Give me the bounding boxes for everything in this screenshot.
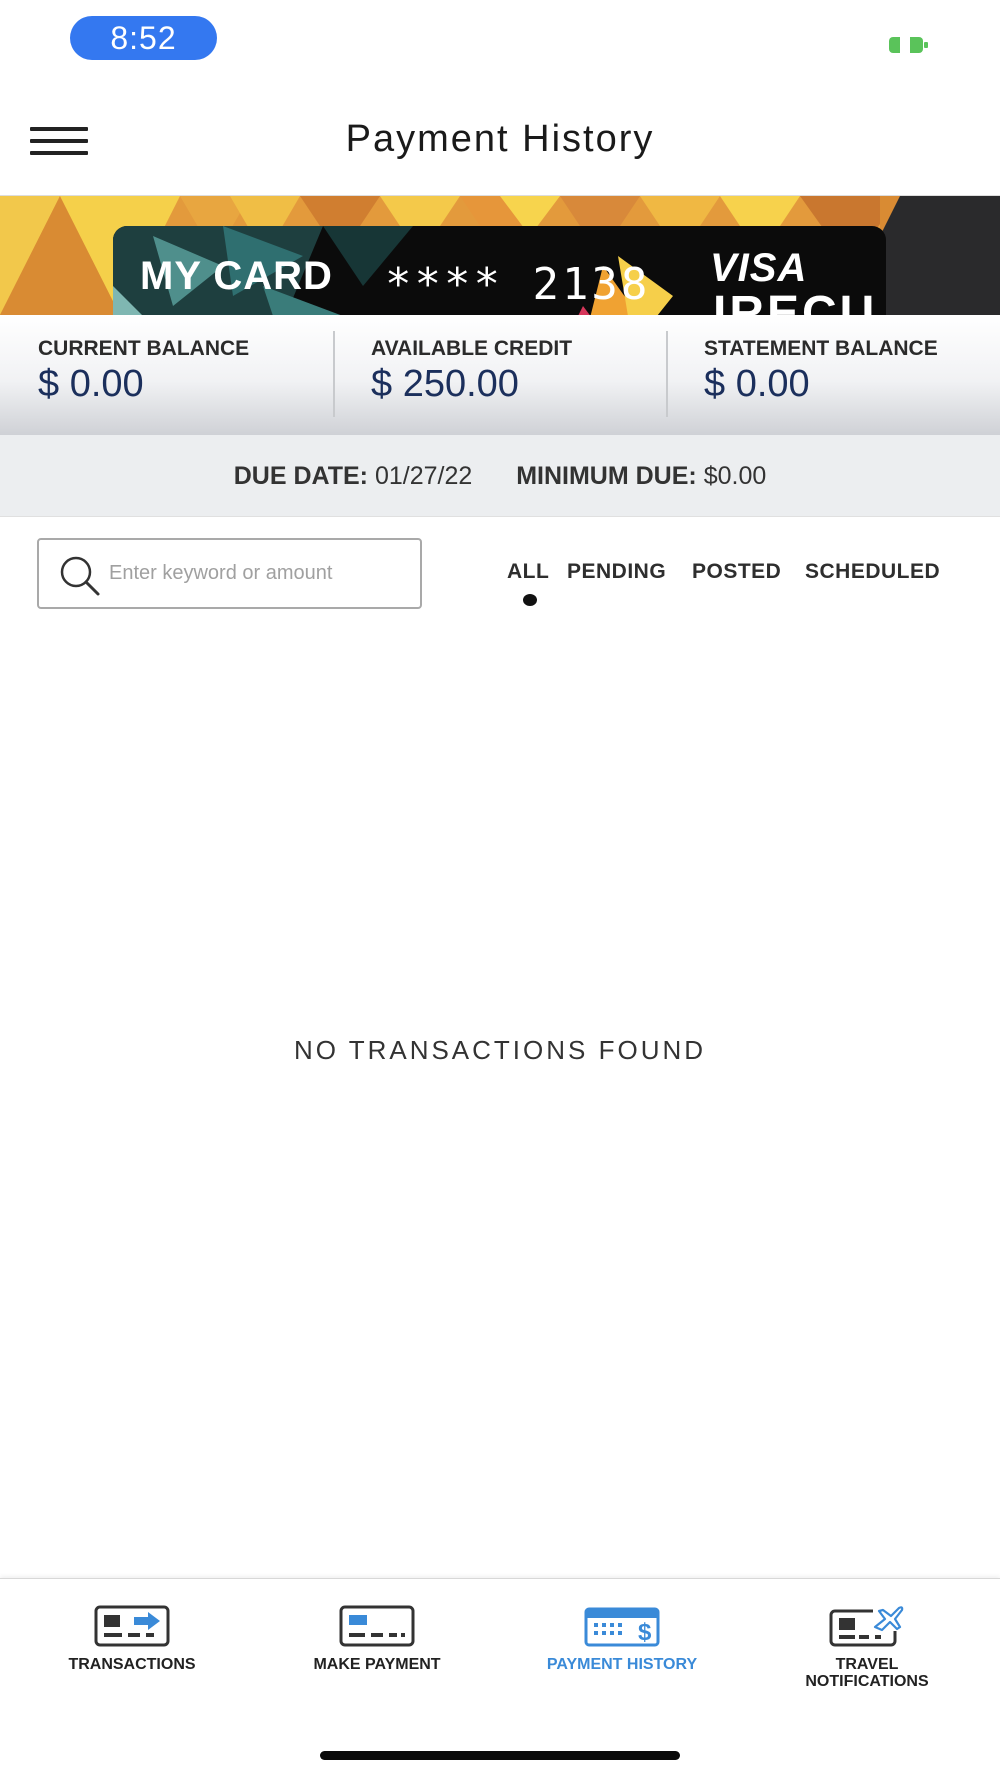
page-title: Payment History [345, 118, 655, 160]
current-balance: CURRENT BALANCE $ 0.00 [0, 315, 333, 435]
nav-make-payment-label: MAKE PAYMENT [313, 1656, 441, 1673]
nav-travel-notifications[interactable]: TRAVEL NOTIFICATIONS [742, 1579, 992, 1709]
nav-travel-label-line1: TRAVEL [835, 1656, 899, 1673]
issuer-logo: IRECU [713, 287, 878, 315]
balance-summary: CURRENT BALANCE $ 0.00 AVAILABLE CREDIT … [0, 315, 1000, 435]
nav-payment-history[interactable]: $ PAYMENT HISTORY [497, 1579, 747, 1709]
search-icon [60, 556, 100, 596]
visa-logo: VISA [710, 246, 808, 290]
transactions-card-arrow-icon [94, 1605, 170, 1647]
tab-all[interactable]: ALL [507, 560, 549, 584]
active-tab-indicator [523, 594, 537, 606]
card-name: MY CARD [140, 254, 333, 298]
make-payment-card-icon [339, 1605, 415, 1647]
bottom-nav: TRANSACTIONS MAKE PAYMENT $ PAYMENT HIST… [0, 1578, 1000, 1778]
nav-payment-history-label: PAYMENT HISTORY [546, 1656, 698, 1673]
empty-state-message: NO TRANSACTIONS FOUND [293, 1035, 707, 1065]
card-masked-number: **** 2138 [385, 259, 651, 310]
nav-travel-label-line2: NOTIFICATIONS [805, 1673, 929, 1690]
minimum-due-label: MINIMUM DUE: [516, 462, 697, 490]
nav-travel-notifications-label: TRAVEL NOTIFICATIONS [742, 1656, 992, 1690]
status-time: 8:52 [70, 16, 217, 60]
due-date-value: 01/27/22 [374, 462, 473, 490]
statement-balance-value: $ 0.00 [704, 363, 810, 405]
battery-icon [889, 37, 928, 53]
tab-scheduled[interactable]: SCHEDULED [805, 560, 940, 584]
minimum-due-value: $0.00 [703, 462, 767, 490]
search-box[interactable] [37, 538, 422, 609]
due-info-bar: DUE DATE: 01/27/22 MINIMUM DUE: $0.00 [0, 435, 1000, 517]
nav-make-payment[interactable]: MAKE PAYMENT [252, 1579, 502, 1709]
svg-text:$: $ [638, 1619, 652, 1646]
status-bar: 8:52 [0, 0, 1000, 80]
tab-pending[interactable]: PENDING [567, 560, 666, 584]
available-credit: AVAILABLE CREDIT $ 250.00 [333, 315, 666, 435]
credit-card: MY CARD **** 2138 VISA IRECU [113, 226, 886, 315]
available-credit-label: AVAILABLE CREDIT [371, 337, 573, 360]
current-balance-value: $ 0.00 [38, 363, 144, 405]
travel-notifications-plane-icon [829, 1605, 905, 1647]
home-indicator [320, 1751, 680, 1760]
card-banner: MY CARD **** 2138 VISA IRECU [0, 196, 1000, 315]
nav-transactions-label: TRANSACTIONS [68, 1656, 196, 1673]
payment-history-calendar-dollar-icon: $ [584, 1607, 660, 1647]
search-input[interactable] [109, 540, 414, 607]
statement-balance-label: STATEMENT BALANCE [704, 337, 938, 360]
header: Payment History [0, 80, 1000, 196]
due-date-label: DUE DATE: [233, 462, 369, 490]
statement-balance: STATEMENT BALANCE $ 0.00 [666, 315, 999, 435]
tab-posted[interactable]: POSTED [692, 560, 781, 584]
current-balance-label: CURRENT BALANCE [38, 337, 250, 360]
available-credit-value: $ 250.00 [371, 363, 519, 405]
nav-transactions[interactable]: TRANSACTIONS [7, 1579, 257, 1709]
